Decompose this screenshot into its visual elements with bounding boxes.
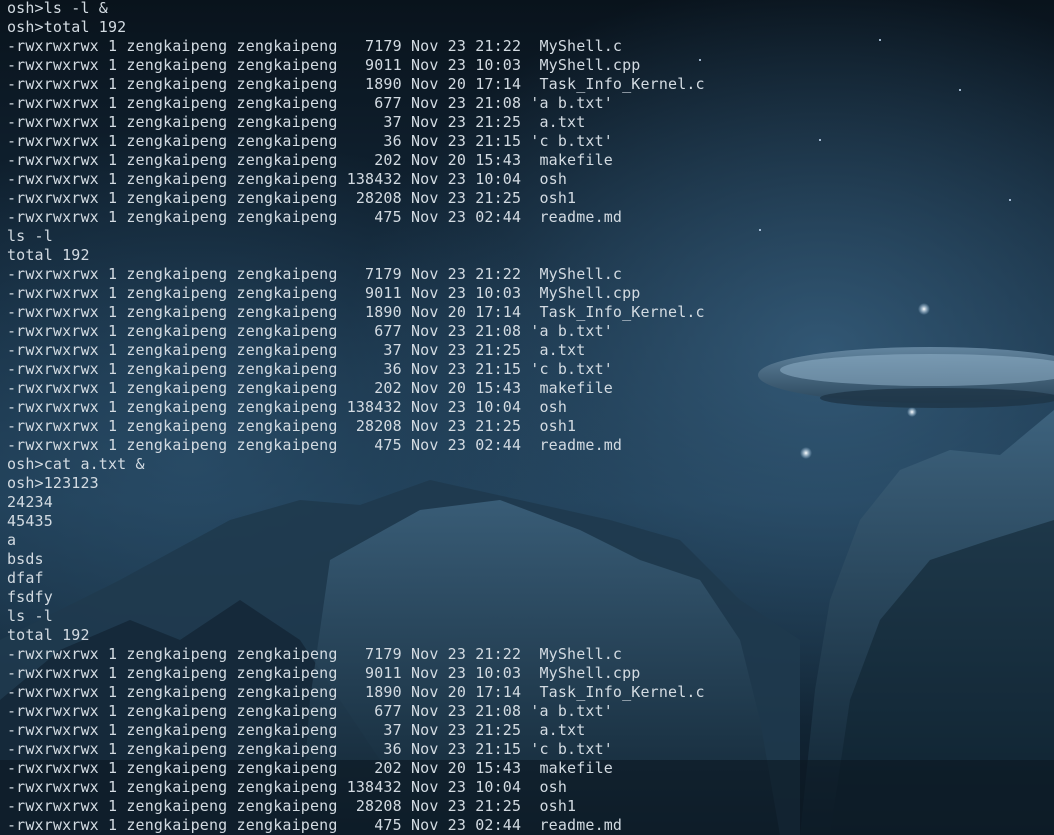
terminal-line: osh>ls -l & (7, 0, 108, 17)
terminal-line: -rwxrwxrwx 1 zengkaipeng zengkaipeng 475… (7, 816, 623, 834)
terminal-line: -rwxrwxrwx 1 zengkaipeng zengkaipeng 189… (7, 75, 705, 93)
terminal-line: -rwxrwxrwx 1 zengkaipeng zengkaipeng 189… (7, 683, 705, 701)
terminal-line: total 192 (7, 246, 90, 264)
terminal-line: -rwxrwxrwx 1 zengkaipeng zengkaipeng 677… (7, 322, 613, 340)
terminal-line: -rwxrwxrwx 1 zengkaipeng zengkaipeng 475… (7, 208, 623, 226)
terminal-line: -rwxrwxrwx 1 zengkaipeng zengkaipeng 475… (7, 436, 623, 454)
terminal-line: -rwxrwxrwx 1 zengkaipeng zengkaipeng 36 … (7, 360, 613, 378)
terminal-line: -rwxrwxrwx 1 zengkaipeng zengkaipeng 901… (7, 56, 641, 74)
terminal-line: -rwxrwxrwx 1 zengkaipeng zengkaipeng 37 … (7, 721, 586, 739)
terminal-line: -rwxrwxrwx 1 zengkaipeng zengkaipeng 282… (7, 189, 577, 207)
terminal-line: -rwxrwxrwx 1 zengkaipeng zengkaipeng 901… (7, 664, 641, 682)
terminal-line: -rwxrwxrwx 1 zengkaipeng zengkaipeng 677… (7, 94, 613, 112)
terminal-line: -rwxrwxrwx 1 zengkaipeng zengkaipeng 282… (7, 797, 577, 815)
terminal-line: 24234 (7, 493, 53, 511)
terminal-line: -rwxrwxrwx 1 zengkaipeng zengkaipeng 37 … (7, 113, 586, 131)
terminal-line: -rwxrwxrwx 1 zengkaipeng zengkaipeng 282… (7, 417, 577, 435)
terminal-line: a (7, 531, 17, 549)
terminal-line: -rwxrwxrwx 1 zengkaipeng zengkaipeng 717… (7, 265, 623, 283)
terminal-line: fsdfy (7, 588, 53, 606)
terminal-line: -rwxrwxrwx 1 zengkaipeng zengkaipeng 138… (7, 398, 568, 416)
terminal-line: total 192 (7, 626, 90, 644)
terminal-line: osh>cat a.txt & (7, 455, 145, 473)
terminal-line: 45435 (7, 512, 53, 530)
terminal-line: -rwxrwxrwx 1 zengkaipeng zengkaipeng 37 … (7, 341, 586, 359)
terminal-line: -rwxrwxrwx 1 zengkaipeng zengkaipeng 36 … (7, 132, 613, 150)
terminal-line: osh>total 192 (7, 18, 127, 36)
terminal-line: -rwxrwxrwx 1 zengkaipeng zengkaipeng 677… (7, 702, 613, 720)
terminal-line: ls -l (7, 227, 53, 245)
terminal-line: osh>123123 (7, 474, 99, 492)
terminal-line: bsds (7, 550, 44, 568)
terminal-line: -rwxrwxrwx 1 zengkaipeng zengkaipeng 138… (7, 778, 568, 796)
terminal-line: -rwxrwxrwx 1 zengkaipeng zengkaipeng 202… (7, 379, 613, 397)
terminal-line: -rwxrwxrwx 1 zengkaipeng zengkaipeng 202… (7, 759, 613, 777)
terminal-line: -rwxrwxrwx 1 zengkaipeng zengkaipeng 202… (7, 151, 613, 169)
terminal-line: -rwxrwxrwx 1 zengkaipeng zengkaipeng 901… (7, 284, 641, 302)
terminal-line: -rwxrwxrwx 1 zengkaipeng zengkaipeng 717… (7, 645, 623, 663)
terminal-output[interactable]: osh>ls -l & osh>total 192 -rwxrwxrwx 1 z… (7, 0, 1047, 835)
terminal-line: -rwxrwxrwx 1 zengkaipeng zengkaipeng 189… (7, 303, 705, 321)
terminal-line: dfaf (7, 569, 44, 587)
terminal-line: -rwxrwxrwx 1 zengkaipeng zengkaipeng 138… (7, 170, 568, 188)
terminal-line: -rwxrwxrwx 1 zengkaipeng zengkaipeng 36 … (7, 740, 613, 758)
terminal-line: ls -l (7, 607, 53, 625)
terminal-line: -rwxrwxrwx 1 zengkaipeng zengkaipeng 717… (7, 37, 623, 55)
